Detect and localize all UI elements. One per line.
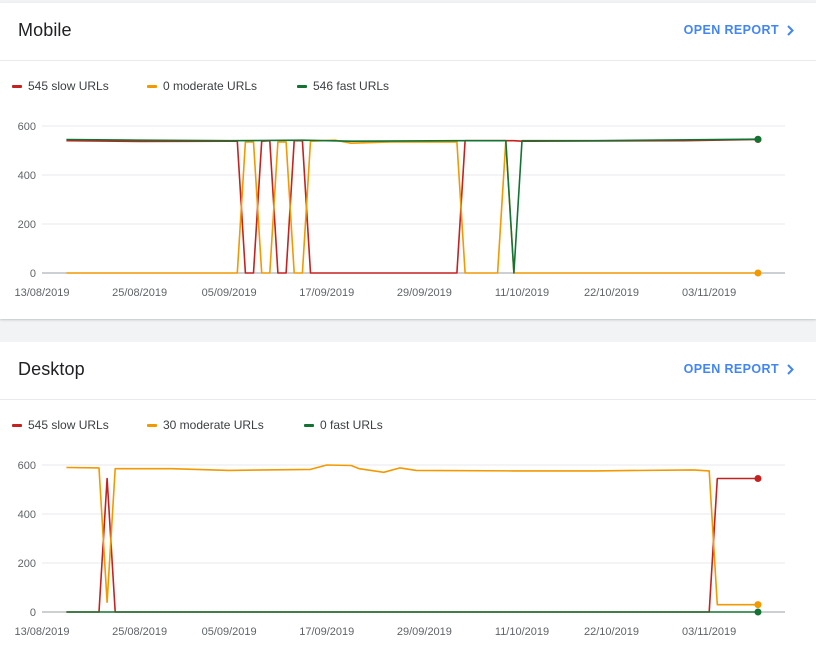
mobile-card-header: Mobile OPEN REPORT [0,3,816,61]
x-tick-label: 05/09/2019 [202,626,257,638]
series-endpoint-0 [754,474,762,482]
desktop-performance-chart: 0 200 400 600 13/08/2019 25/08/2019 05/09/2019… [14,460,785,638]
x-tick-label: 22/10/2019 [584,287,639,299]
legend-item-fast[interactable]: 0 fast URLs [304,418,383,432]
series-line-1 [66,464,758,606]
legend-item-slow[interactable]: 545 slow URLs [12,79,109,93]
y-tick-label: 600 [18,121,36,133]
desktop-card: Desktop OPEN REPORT 545 slow URLs 30 mod… [0,342,816,653]
chevron-right-icon [787,24,794,36]
x-tick-label: 11/10/2019 [495,626,549,638]
series-line-2 [66,138,759,274]
legend-swatch-fast [297,84,307,88]
y-tick-label: 400 [18,170,36,182]
x-tick-label: 03/11/2019 [682,626,736,638]
series-line-0 [66,138,759,274]
legend-label-slow: 545 slow URLs [28,418,109,432]
y-tick-label: 400 [18,509,36,521]
series-endpoint-1 [754,601,762,609]
desktop-card-header: Desktop OPEN REPORT [0,342,816,400]
x-tick-label: 11/10/2019 [495,287,549,299]
legend-label-moderate: 30 moderate URLs [163,418,264,432]
legend-label-moderate: 0 moderate URLs [163,79,258,93]
x-tick-label: 17/09/2019 [299,626,354,638]
series-line-0 [66,477,758,613]
mobile-performance-chart: 0 200 400 600 13/08/2019 25/08/2019 05/09/2019… [14,121,785,299]
x-tick-label: 13/08/2019 [14,626,69,638]
x-tick-label: 22/10/2019 [584,626,639,638]
desktop-open-report-button[interactable]: OPEN REPORT [684,362,794,376]
legend-label-fast: 546 fast URLs [313,79,390,93]
legend-label-slow: 545 slow URLs [28,79,109,93]
mobile-card: Mobile OPEN REPORT 545 slow URLs 0 moder… [0,3,816,319]
open-report-label: OPEN REPORT [683,362,779,376]
mobile-open-report-button[interactable]: OPEN REPORT [684,23,794,37]
y-tick-label: 0 [30,607,36,619]
x-tick-label: 25/08/2019 [112,626,167,638]
series-endpoint-2 [754,608,762,616]
series-endpoint-1 [754,269,762,277]
desktop-title: Desktop [18,359,85,379]
legend-swatch-fast [304,423,314,427]
legend-item-moderate[interactable]: 0 moderate URLs [147,79,257,93]
x-tick-label: 03/11/2019 [682,287,736,299]
x-tick-label: 05/09/2019 [202,287,257,299]
chevron-right-icon [787,363,794,375]
y-tick-label: 200 [18,558,36,570]
legend-swatch-slow [12,423,22,427]
legend-item-slow[interactable]: 545 slow URLs [12,418,109,432]
legend-item-fast[interactable]: 546 fast URLs [297,79,389,93]
series-endpoint-2 [754,135,762,143]
legend-swatch-slow [12,84,22,88]
legend-item-moderate[interactable]: 30 moderate URLs [147,418,264,432]
x-tick-label: 17/09/2019 [299,287,354,299]
mobile-title: Mobile [18,20,72,40]
x-tick-label: 13/08/2019 [14,287,69,299]
legend-swatch-moderate [147,423,157,427]
series-line-1 [66,139,758,274]
y-tick-label: 0 [30,268,36,280]
y-tick-label: 600 [18,460,36,472]
x-tick-label: 25/08/2019 [112,287,167,299]
legend-swatch-moderate [147,84,157,88]
x-tick-label: 29/09/2019 [397,626,452,638]
x-tick-label: 29/09/2019 [397,287,452,299]
y-tick-label: 200 [18,219,36,231]
open-report-label: OPEN REPORT [683,23,779,37]
legend-label-fast: 0 fast URLs [320,418,383,432]
